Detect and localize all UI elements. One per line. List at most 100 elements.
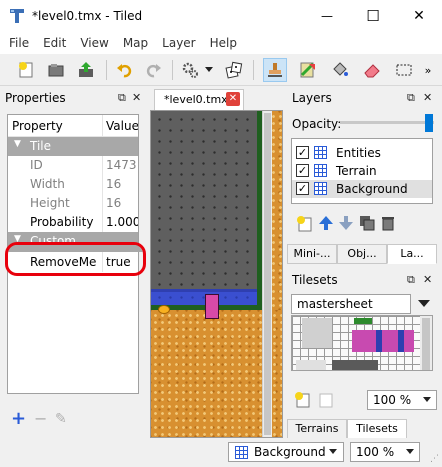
resize-grip-icon[interactable]: ⋰ xyxy=(430,454,439,464)
layer-row-terrain[interactable]: ✓ Terrain xyxy=(292,162,432,180)
menu-view[interactable]: View xyxy=(73,33,115,53)
menu-edit[interactable]: Edit xyxy=(36,33,73,53)
menu-layer[interactable]: Layer xyxy=(155,33,202,53)
tileset-view[interactable] xyxy=(291,315,433,371)
new-layer-icon[interactable] xyxy=(296,215,314,233)
tilesets-title: Tilesets xyxy=(292,273,338,287)
random-mode-button[interactable] xyxy=(222,58,246,82)
tileset-tab[interactable]: mastersheet xyxy=(291,294,411,314)
property-row[interactable]: Height 16 xyxy=(8,194,138,213)
opacity-slider-track xyxy=(340,121,434,124)
tab-tilesets[interactable]: Tilesets xyxy=(347,419,407,439)
chevron-down-icon xyxy=(406,449,414,454)
save-icon xyxy=(79,62,93,77)
tiled-app-icon xyxy=(10,9,24,23)
layer-row-entities[interactable]: ✓ Entities xyxy=(292,144,432,162)
current-layer-combo[interactable]: Background xyxy=(228,442,344,462)
document-tab[interactable]: *level0.tmx ✕ xyxy=(154,89,244,110)
tileset-scrollbar[interactable] xyxy=(420,316,432,370)
visibility-checkbox[interactable]: ✓ xyxy=(296,182,309,195)
tileset-zoom-combo[interactable]: 100 % xyxy=(367,390,437,410)
undo-button[interactable] xyxy=(113,58,137,82)
bucket-fill-button[interactable] xyxy=(328,58,352,82)
visibility-checkbox[interactable]: ✓ xyxy=(296,164,309,177)
commands-dropdown[interactable] xyxy=(203,58,215,82)
lower-layer-icon[interactable] xyxy=(338,215,354,231)
tile-layer-icon xyxy=(314,146,327,159)
new-map-button[interactable] xyxy=(14,58,38,82)
tileset-menu-chevron-icon[interactable] xyxy=(418,300,430,308)
random-icon xyxy=(225,61,243,79)
rect-select-button[interactable] xyxy=(392,58,416,82)
properties-float-icon[interactable]: ⧉ xyxy=(118,91,126,105)
menu-help[interactable]: Help xyxy=(203,33,244,53)
document-tab-label: *level0.tmx xyxy=(164,93,228,106)
remove-property-icon[interactable]: − xyxy=(34,409,47,428)
maximize-button[interactable]: ☐ xyxy=(350,0,396,32)
map-vertical-scrollbar[interactable] xyxy=(262,111,272,437)
save-button[interactable] xyxy=(74,58,98,82)
commands-button[interactable] xyxy=(178,58,202,82)
tilesets-dock-tabs: Terrains Tilesets xyxy=(287,419,442,439)
tab-layers[interactable]: La... xyxy=(387,244,437,264)
value-column-header[interactable]: Value xyxy=(106,119,138,133)
tab-minimap[interactable]: Mini-... xyxy=(287,244,337,264)
property-row[interactable]: Probability 1.000 xyxy=(8,213,139,232)
opacity-label: Opacity: xyxy=(292,117,342,131)
map-entity-barrel[interactable] xyxy=(205,294,219,319)
layers-list[interactable]: ✓ Entities ✓ Terrain ✓ Background xyxy=(291,138,433,204)
tab-label: Mini-... xyxy=(293,247,331,260)
property-value: 1473 xyxy=(106,158,137,172)
map-zoom-combo[interactable]: 100 % xyxy=(350,442,420,462)
property-row[interactable]: ID 1473 xyxy=(8,156,138,175)
menu-map[interactable]: Map xyxy=(116,33,155,53)
menu-file[interactable]: File xyxy=(2,33,36,53)
property-row[interactable]: Width 16 xyxy=(8,175,138,194)
current-layer-name: Background xyxy=(254,445,326,459)
tab-objects[interactable]: Obj... xyxy=(337,244,387,264)
map-canvas[interactable] xyxy=(150,110,283,438)
eraser-icon xyxy=(364,64,380,78)
raise-layer-icon[interactable] xyxy=(318,215,334,231)
rename-property-icon[interactable]: ✎ xyxy=(55,411,67,427)
duplicate-layer-icon[interactable] xyxy=(359,215,375,231)
layers-float-icon[interactable]: ⧉ xyxy=(407,91,415,105)
add-property-icon[interactable]: + xyxy=(11,408,26,429)
opacity-slider[interactable] xyxy=(340,113,434,133)
layer-row-background[interactable]: ✓ Background xyxy=(292,180,432,198)
scrollbar-thumb[interactable] xyxy=(264,113,271,435)
redo-button[interactable] xyxy=(141,58,165,82)
property-column-header[interactable]: Property xyxy=(12,119,63,133)
layers-close-icon[interactable]: ✕ xyxy=(423,91,432,104)
group-tile[interactable]: ▼ Tile xyxy=(8,137,138,156)
map-zoom-value: 100 % xyxy=(356,445,395,459)
tile-layer-icon xyxy=(235,446,248,459)
minimize-button[interactable]: — xyxy=(304,0,350,32)
close-tab-icon[interactable]: ✕ xyxy=(226,92,240,106)
tab-terrains[interactable]: Terrains xyxy=(287,419,347,439)
chevron-down-icon xyxy=(205,67,213,72)
property-value: 1.000 xyxy=(106,215,139,229)
stamp-brush-button[interactable] xyxy=(263,58,287,82)
tilesets-float-icon[interactable]: ⧉ xyxy=(407,273,415,287)
toolbar-overflow[interactable]: » xyxy=(420,58,436,82)
tileset-toolbar: 100 % xyxy=(291,390,441,412)
close-button[interactable]: ✕ xyxy=(396,0,442,32)
property-value: 16 xyxy=(106,196,122,210)
close-icon: ✕ xyxy=(413,8,425,24)
overflow-icon: » xyxy=(424,63,432,77)
properties-close-icon[interactable]: ✕ xyxy=(132,91,141,104)
terrain-brush-button[interactable] xyxy=(296,58,320,82)
collapse-icon: ▼ xyxy=(14,139,21,149)
tilesets-close-icon[interactable]: ✕ xyxy=(423,273,432,286)
open-button[interactable] xyxy=(44,58,68,82)
visibility-checkbox[interactable]: ✓ xyxy=(296,146,309,159)
menu-bar: File Edit View Map Layer Help xyxy=(0,32,442,54)
map-background-tiles xyxy=(151,111,259,289)
import-tileset-icon[interactable] xyxy=(317,391,335,409)
map-entity-coin[interactable] xyxy=(158,305,170,314)
new-tileset-icon[interactable] xyxy=(294,391,312,409)
opacity-slider-thumb[interactable] xyxy=(425,114,433,132)
delete-layer-icon[interactable] xyxy=(380,215,396,231)
eraser-button[interactable] xyxy=(360,58,384,82)
